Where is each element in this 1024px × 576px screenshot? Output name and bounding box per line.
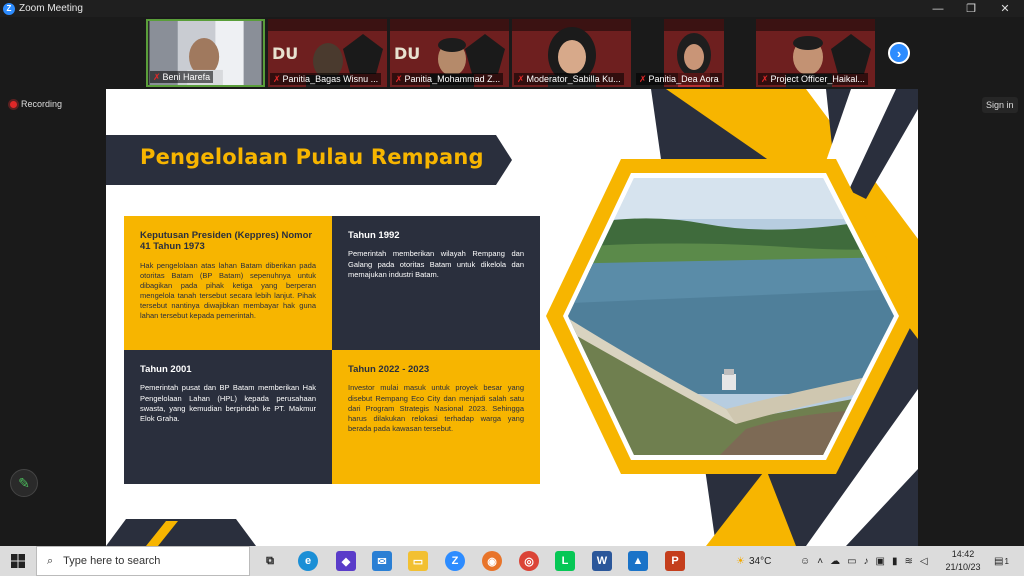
photos-icon[interactable]: ▲ [628, 551, 648, 571]
cloud-icon[interactable]: ☁ [830, 556, 840, 567]
clock-date: 21/10/23 [945, 562, 981, 572]
next-participants-button[interactable]: › [888, 42, 910, 64]
cell-body: Investor mulai masuk untuk proyek besar … [348, 383, 524, 433]
timeline-cell: Tahun 1992 Pemerintah memberikan wilayah… [332, 216, 540, 350]
camera-icon[interactable]: ▣ [876, 556, 885, 567]
mic-muted-icon: ✗ [639, 74, 647, 84]
participant-tile[interactable]: ✗ Beni Harefa [146, 19, 265, 87]
timeline-cell: Tahun 2001 Pemerintah pusat dan BP Batam… [124, 350, 332, 484]
recording-indicator[interactable]: Recording [10, 99, 62, 109]
task-view-icon[interactable]: ⧉ [260, 551, 280, 571]
volume-icon[interactable]: ◁ [920, 556, 928, 567]
participant-name: ✗ Beni Harefa [150, 71, 214, 83]
mail-icon[interactable]: ✉ [372, 551, 392, 571]
weather-temp: 34°C [748, 555, 772, 567]
cell-heading: Tahun 2001 [140, 364, 192, 375]
svg-text:DU: DU [394, 44, 420, 63]
system-tray: ☺ ˄ ☁ ▭ ♪ ▣ ▮ ≋ ◁ [800, 546, 928, 576]
cell-heading: Keputusan Presiden (Keppres) Nomor 41 Ta… [140, 230, 313, 253]
chevron-up-icon[interactable]: ˄ [817, 556, 823, 567]
mic-muted-icon: ✗ [273, 74, 281, 84]
close-button[interactable]: ✕ [989, 0, 1021, 17]
word-icon[interactable]: W [592, 551, 612, 571]
taskbar-clock[interactable]: 14:42 21/10/23 [940, 548, 986, 574]
minimize-button[interactable]: — [922, 0, 954, 17]
restore-button[interactable]: ❐ [955, 0, 987, 17]
cell-body: Pemerintah pusat dan BP Batam memberikan… [140, 383, 316, 423]
chevron-right-icon: › [896, 45, 902, 61]
firefox-icon[interactable]: ◉ [482, 551, 502, 571]
participant-tile[interactable]: DU ✗ Panitia_Bagas Wisnu ... [268, 19, 387, 87]
participant-name: ✗ Panitia_Bagas Wisnu ... [270, 73, 382, 85]
weather-widget[interactable]: ☀ 34°C [736, 546, 771, 576]
battery-icon[interactable]: ▮ [892, 556, 898, 567]
pencil-icon: ✎ [18, 474, 30, 491]
notification-icon: ▤ [994, 555, 1004, 567]
search-placeholder: Type here to search [63, 555, 161, 567]
mic-muted-icon: ✗ [517, 74, 525, 84]
notification-center-button[interactable]: ▤ 1 [994, 546, 1009, 576]
timeline-cell: Keputusan Presiden (Keppres) Nomor 41 Ta… [124, 216, 332, 350]
svg-text:DU: DU [272, 44, 298, 63]
participant-tile[interactable]: DU ✗ Panitia_Mohammad Z... [390, 19, 509, 87]
notification-count: 1 [1004, 556, 1009, 566]
zoom-logo-icon: Z [3, 2, 15, 15]
cell-heading: Tahun 2022 - 2023 [348, 364, 430, 375]
cell-body: Pemerintah memberikan wilayah Rempang da… [348, 249, 524, 279]
annotate-pencil-button[interactable]: ✎ [10, 469, 38, 497]
sign-in-button[interactable]: Sign in [982, 97, 1018, 113]
start-button[interactable] [0, 546, 36, 576]
taskbar-search-box[interactable]: ⌕ Type here to search [36, 546, 250, 576]
participant-name: ✗ Panitia_Dea Aora [636, 73, 722, 85]
search-icon: ⌕ [47, 554, 54, 567]
powerpoint-icon[interactable]: P [665, 551, 685, 571]
cell-heading: Tahun 1992 [348, 230, 400, 241]
participant-name: ✗ Panitia_Mohammad Z... [392, 73, 504, 85]
participant-name: ✗ Project Officer_Haikal... [758, 73, 868, 85]
slide-title: Pengelolaan Pulau Rempang [140, 145, 484, 169]
zoom-title-bar: Z Zoom Meeting — ❐ ✕ [0, 0, 1024, 17]
network-icon[interactable]: ▭ [847, 556, 856, 567]
participant-tile[interactable]: ✗ Panitia_Dea Aora [634, 19, 753, 87]
clock-time: 14:42 [951, 549, 975, 559]
shared-slide: Pengelolaan Pulau Rempang Keputusan Pres… [106, 89, 918, 546]
participant-name: ✗ Moderator_Sabilla Ku... [514, 73, 624, 85]
line-app-icon[interactable]: L [555, 551, 575, 571]
chrome-icon[interactable]: ◎ [519, 551, 539, 571]
wifi-icon[interactable]: ≋ [904, 556, 912, 567]
windows-logo-icon [11, 554, 25, 568]
microphone-icon[interactable]: ♪ [864, 556, 869, 567]
meeting-area: ✗ Beni Harefa DU ✗ Panitia_Bagas Wisnu ...… [0, 17, 1024, 546]
mic-muted-icon: ✗ [395, 74, 403, 84]
weather-sun-icon: ☀ [736, 555, 745, 567]
mic-muted-icon: ✗ [153, 72, 161, 82]
participant-tile[interactable]: ✗ Moderator_Sabilla Ku... [512, 19, 631, 87]
edge-icon[interactable]: e [298, 551, 318, 571]
recording-label: Recording [21, 99, 63, 109]
file-explorer-icon[interactable]: ▭ [408, 551, 428, 571]
record-dot-icon [10, 100, 17, 108]
people-icon[interactable]: ☺ [800, 556, 810, 567]
code-editor-icon[interactable]: ◆ [336, 551, 356, 571]
window-title: Zoom Meeting [19, 3, 83, 14]
zoom-app-icon[interactable]: Z [445, 551, 465, 571]
cell-body: Hak pengelolaan atas lahan Batam diberik… [140, 260, 316, 321]
mic-muted-icon: ✗ [761, 74, 769, 84]
timeline-cell: Tahun 2022 - 2023 Investor mulai masuk u… [332, 350, 540, 484]
participant-tile[interactable]: ✗ Project Officer_Haikal... [756, 19, 875, 87]
